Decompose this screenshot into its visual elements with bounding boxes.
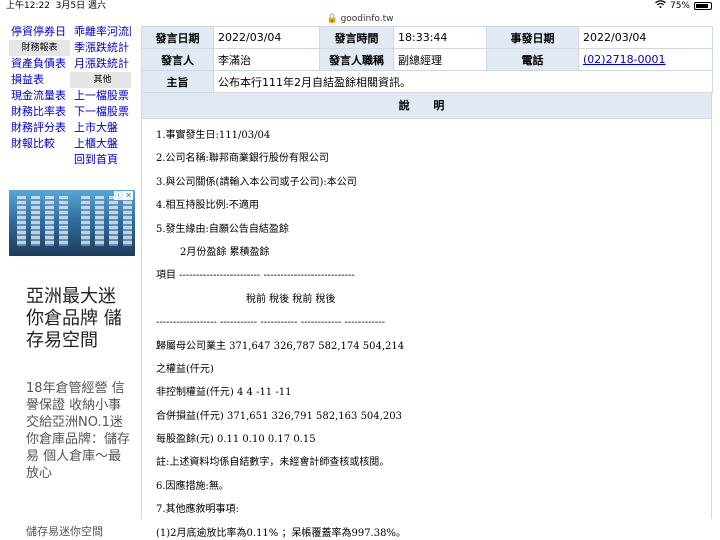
sidebar-link[interactable]: 上市大盤	[70, 120, 131, 136]
lock-icon: 🔒	[326, 14, 338, 24]
announce-date-label: 發言日期	[141, 26, 214, 49]
description-body: 1.事實發生日:111/03/04 2.公司名稱:聯邦商業銀行股份有限公司 3.與公…	[141, 119, 712, 539]
ad-choices-icon[interactable]: ⓘ ✕	[113, 191, 133, 200]
description-line: ------------------ ----------- ---------…	[156, 317, 385, 329]
table-row: 主旨 公布本行111年2月自結盈餘相關資訊。	[141, 70, 713, 93]
table-row: 發言人 李滿治 發言人職稱 副總經理 電話 (02)2718-0001	[141, 48, 713, 71]
sidebar-link[interactable]: 損益表	[9, 72, 70, 88]
speaker-value: 李滿治	[213, 48, 320, 71]
sidebar-row: 現金流量表 上一檔股票	[9, 88, 131, 104]
description-line: 7.其他應敘明事項:	[156, 504, 239, 516]
description-line: 非控制權益(仟元) 4 4 -11 -11	[156, 387, 292, 399]
description-line: 之權益(仟元)	[156, 363, 214, 375]
sidebar-row: 資產負債表 月漲跌統計	[9, 56, 131, 72]
sidebar-link[interactable]: 季漲跌統計	[70, 40, 131, 56]
description-line: 歸屬母公司業主 371,647 326,787 582,174 504,214	[156, 340, 405, 352]
sidebar-link[interactable]	[9, 152, 70, 168]
sidebar-row: 停資停券日乖離率河流圖	[9, 24, 131, 40]
table-row: 發言日期 2022/03/04 發言時間 18:33:44 事發日期 2022/…	[141, 26, 713, 49]
sidebar-link[interactable]: 下一檔股票	[70, 104, 131, 120]
sidebar-link[interactable]: 月漲跌統計	[70, 56, 131, 72]
sidebar-link[interactable]: 上一檔股票	[70, 88, 131, 104]
description-line: 5.發生緣由:自願公告自結盈餘	[156, 223, 289, 235]
description-line: 項目 ------------------------ ------------…	[156, 270, 355, 282]
advertisement[interactable]: ⓘ ✕ 亞洲最大迷你倉品牌 儲存易空間 18年倉管經營 信譽保證 收納小事交給亞…	[9, 190, 135, 540]
sidebar-link[interactable]: 財報比較	[9, 136, 70, 152]
sidebar-row: 損益表 其他	[9, 72, 131, 88]
sidebar-row: 回到首頁	[9, 152, 131, 168]
sidebar-link[interactable]: 資產負債表	[9, 56, 70, 72]
description-line: 每股盈餘(元) 0.11 0.10 0.17 0.15	[156, 434, 316, 446]
announce-time-value: 18:33:44	[393, 26, 487, 49]
sidebar-menu: 停資停券日乖離率河流圖財務報表季漲跌統計資產負債表月漲跌統計損益表其他現金流量表…	[9, 24, 131, 168]
sidebar-link[interactable]: 現金流量表	[9, 88, 70, 104]
sidebar-row: 財務比率表 下一檔股票	[9, 104, 131, 120]
description-line: 4.相互持股比例:不適用	[156, 200, 259, 212]
status-bar: 上午12:22 3月5日 週六 75%	[0, 0, 720, 12]
status-time: 上午12:22	[6, 1, 50, 11]
sidebar-row: 財務評分表 上市大盤	[9, 120, 131, 136]
announce-time-label: 發言時間	[319, 26, 394, 49]
description-line: 1.事實發生日:111/03/04	[156, 130, 271, 141]
description-line: 2月份盈餘 累積盈餘	[180, 246, 270, 258]
address-domain: goodinfo.tw	[340, 14, 394, 24]
phone-link[interactable]: (02)2718-0001	[583, 53, 666, 66]
announce-date-value: 2022/03/04	[213, 26, 320, 49]
description-line: 稅前 稅後 稅前 稅後	[246, 293, 336, 305]
sidebar-row: 財報比較 上櫃大盤	[9, 136, 131, 152]
phone-label: 電話	[486, 48, 579, 71]
description-line: 註:上述資料均係自結數字，未經會計師查核或核閱。	[156, 457, 390, 469]
sidebar-link[interactable]: 上櫃大盤	[70, 136, 131, 152]
speaker-title-value: 副總經理	[393, 48, 487, 71]
description-line: 合併損益(仟元) 371,651 326,791 582,163 504,203	[156, 410, 402, 422]
description-line: (1)2月底逾放比率為0.11% ；呆帳覆蓋率為997.38%。	[156, 527, 406, 539]
announcement-info-table: 發言日期 2022/03/04 發言時間 18:33:44 事發日期 2022/…	[141, 26, 713, 93]
sidebar-link[interactable]: 乖離率河流圖	[70, 24, 131, 40]
description-line: 6.因應措施:無。	[156, 480, 229, 492]
sidebar-link[interactable]: 財務評分表	[9, 120, 70, 136]
subject-label: 主旨	[141, 70, 214, 93]
event-date-value: 2022/03/04	[578, 26, 713, 49]
announcement-panel: 發言日期 2022/03/04 發言時間 18:33:44 事發日期 2022/…	[141, 26, 713, 539]
status-date: 3月5日 週六	[55, 1, 106, 11]
battery-icon	[694, 2, 712, 10]
description-line: 2.公司名稱:聯邦商業銀行股份有限公司	[156, 153, 329, 165]
ad-footer[interactable]: 儲存易迷你空間	[26, 525, 130, 539]
status-right: 75%	[655, 0, 712, 12]
sidebar-link[interactable]: 財務比率表	[9, 104, 70, 120]
sidebar-row: 財務報表 季漲跌統計	[9, 40, 131, 56]
sidebar-section-heading: 財務報表	[9, 40, 70, 56]
speaker-label: 發言人	[141, 48, 214, 71]
subject-value: 公布本行111年2月自結盈餘相關資訊。	[213, 70, 713, 93]
battery-percent: 75%	[669, 1, 690, 11]
event-date-label: 事發日期	[486, 26, 579, 49]
sidebar-link[interactable]: 回到首頁	[70, 152, 131, 168]
sidebar-section-heading: 其他	[70, 72, 131, 88]
speaker-title-label: 發言人職稱	[319, 48, 394, 71]
sidebar-link[interactable]: 停資停券日	[9, 24, 70, 40]
description-line: 3.與公司關係(請輸入本公司或子公司):本公司	[156, 176, 357, 188]
wifi-icon	[655, 0, 666, 12]
status-time-date: 上午12:22 3月5日 週六	[6, 0, 106, 12]
ad-title[interactable]: 亞洲最大迷你倉品牌 儲存易空間	[26, 286, 128, 352]
ad-description[interactable]: 18年倉管經營 信譽保證 收納小事交給亞洲NO.1迷你倉庫品牌：儲存易 個人倉庫…	[26, 380, 130, 482]
description-header: 說 明	[141, 93, 712, 119]
